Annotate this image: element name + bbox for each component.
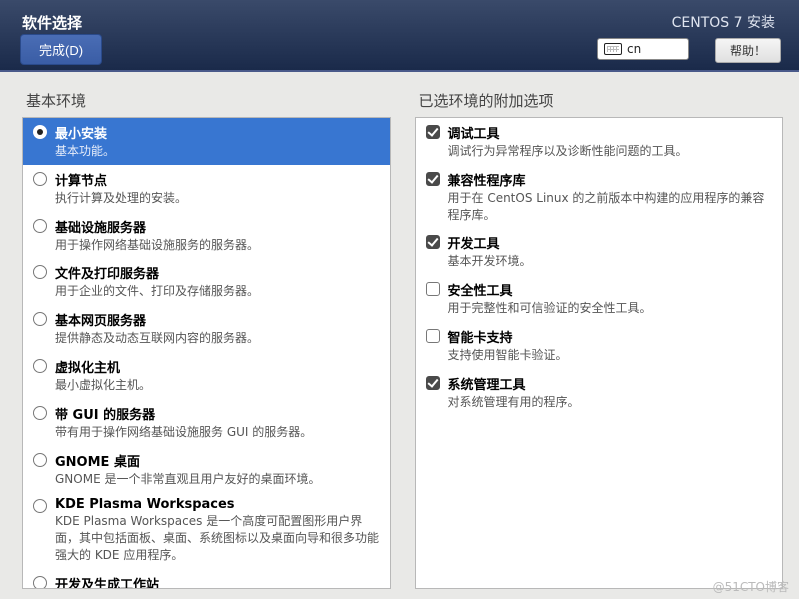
environment-title: GNOME 桌面 bbox=[55, 451, 382, 470]
radio-icon[interactable] bbox=[33, 219, 47, 233]
base-environment-column: 基本环境 最小安装基本功能。计算节点执行计算及处理的安装。基础设施服务器用于操作… bbox=[22, 90, 391, 589]
addon-description: 支持使用智能卡验证。 bbox=[448, 347, 775, 364]
environment-item[interactable]: GNOME 桌面GNOME 是一个非常直观且用户友好的桌面环境。 bbox=[23, 446, 390, 493]
addons-header: 已选环境的附加选项 bbox=[415, 90, 784, 111]
checkbox-icon[interactable] bbox=[426, 329, 440, 343]
environment-item[interactable]: 虚拟化主机最小虚拟化主机。 bbox=[23, 352, 390, 399]
checkbox-icon[interactable] bbox=[426, 125, 440, 139]
environment-text: GNOME 桌面GNOME 是一个非常直观且用户友好的桌面环境。 bbox=[55, 451, 382, 488]
radio-icon[interactable] bbox=[33, 172, 47, 186]
content-area: 基本环境 最小安装基本功能。计算节点执行计算及处理的安装。基础设施服务器用于操作… bbox=[0, 72, 799, 599]
radio-icon[interactable] bbox=[33, 453, 47, 467]
environment-text: KDE Plasma WorkspacesKDE Plasma Workspac… bbox=[55, 497, 382, 563]
addon-item[interactable]: 兼容性程序库用于在 CentOS Linux 的之前版本中构建的应用程序的兼容程… bbox=[416, 165, 783, 229]
done-button[interactable]: 完成(D) bbox=[20, 34, 102, 65]
addon-title: 安全性工具 bbox=[448, 280, 775, 299]
environment-list[interactable]: 最小安装基本功能。计算节点执行计算及处理的安装。基础设施服务器用于操作网络基础设… bbox=[22, 117, 391, 589]
addon-text: 调试工具调试行为异常程序以及诊断性能问题的工具。 bbox=[448, 123, 775, 160]
environment-title: 虚拟化主机 bbox=[55, 357, 382, 376]
environment-description: GNOME 是一个非常直观且用户友好的桌面环境。 bbox=[55, 471, 382, 488]
environment-text: 虚拟化主机最小虚拟化主机。 bbox=[55, 357, 382, 394]
addon-title: 调试工具 bbox=[448, 123, 775, 142]
radio-icon[interactable] bbox=[33, 265, 47, 279]
environment-description: 执行计算及处理的安装。 bbox=[55, 190, 382, 207]
addon-text: 系统管理工具对系统管理有用的程序。 bbox=[448, 374, 775, 411]
environment-item[interactable]: 文件及打印服务器用于企业的文件、打印及存储服务器。 bbox=[23, 258, 390, 305]
addon-text: 安全性工具用于完整性和可信验证的安全性工具。 bbox=[448, 280, 775, 317]
environment-item[interactable]: 基本网页服务器提供静态及动态互联网内容的服务器。 bbox=[23, 305, 390, 352]
checkbox-icon[interactable] bbox=[426, 172, 440, 186]
radio-icon[interactable] bbox=[33, 312, 47, 326]
environment-title: 文件及打印服务器 bbox=[55, 263, 382, 282]
checkbox-icon[interactable] bbox=[426, 235, 440, 249]
addon-item[interactable]: 调试工具调试行为异常程序以及诊断性能问题的工具。 bbox=[416, 118, 783, 165]
addon-list[interactable]: 调试工具调试行为异常程序以及诊断性能问题的工具。兼容性程序库用于在 CentOS… bbox=[415, 117, 784, 589]
environment-description: 基本功能。 bbox=[55, 143, 382, 160]
base-environment-header: 基本环境 bbox=[22, 90, 391, 111]
environment-title: 计算节点 bbox=[55, 170, 382, 189]
environment-item[interactable]: KDE Plasma WorkspacesKDE Plasma Workspac… bbox=[23, 492, 390, 568]
keyboard-icon bbox=[604, 43, 622, 55]
keyboard-layout-indicator[interactable]: cn bbox=[597, 38, 689, 60]
environment-item[interactable]: 基础设施服务器用于操作网络基础设施服务的服务器。 bbox=[23, 212, 390, 259]
environment-item[interactable]: 带 GUI 的服务器带有用于操作网络基础设施服务 GUI 的服务器。 bbox=[23, 399, 390, 446]
environment-text: 带 GUI 的服务器带有用于操作网络基础设施服务 GUI 的服务器。 bbox=[55, 404, 382, 441]
environment-title: 带 GUI 的服务器 bbox=[55, 404, 382, 423]
checkbox-icon[interactable] bbox=[426, 376, 440, 390]
environment-text: 最小安装基本功能。 bbox=[55, 123, 382, 160]
environment-title: KDE Plasma Workspaces bbox=[55, 497, 382, 512]
help-button[interactable]: 帮助！ bbox=[715, 38, 781, 63]
addon-item[interactable]: 智能卡支持支持使用智能卡验证。 bbox=[416, 322, 783, 369]
environment-item[interactable]: 最小安装基本功能。 bbox=[23, 118, 390, 165]
keyboard-layout-label: cn bbox=[627, 42, 641, 56]
radio-icon[interactable] bbox=[33, 499, 47, 513]
header-bar: 软件选择 完成(D) CENTOS 7 安装 cn 帮助！ bbox=[0, 0, 799, 72]
environment-title: 基础设施服务器 bbox=[55, 217, 382, 236]
environment-description: 用于操作网络基础设施服务的服务器。 bbox=[55, 237, 382, 254]
radio-icon[interactable] bbox=[33, 359, 47, 373]
installer-title: CENTOS 7 安装 bbox=[672, 12, 775, 32]
environment-description: 提供静态及动态互联网内容的服务器。 bbox=[55, 330, 382, 347]
addon-title: 系统管理工具 bbox=[448, 374, 775, 393]
environment-text: 基础设施服务器用于操作网络基础设施服务的服务器。 bbox=[55, 217, 382, 254]
environment-item[interactable]: 计算节点执行计算及处理的安装。 bbox=[23, 165, 390, 212]
addon-text: 智能卡支持支持使用智能卡验证。 bbox=[448, 327, 775, 364]
environment-description: 用于企业的文件、打印及存储服务器。 bbox=[55, 283, 382, 300]
addon-item[interactable]: 安全性工具用于完整性和可信验证的安全性工具。 bbox=[416, 275, 783, 322]
environment-title: 最小安装 bbox=[55, 123, 382, 142]
addon-title: 兼容性程序库 bbox=[448, 170, 775, 189]
page-title: 软件选择 bbox=[22, 12, 82, 33]
addon-text: 开发工具基本开发环境。 bbox=[448, 233, 775, 270]
addon-description: 用于完整性和可信验证的安全性工具。 bbox=[448, 300, 775, 317]
watermark: @51CTO博客 bbox=[713, 578, 789, 595]
environment-description: 带有用于操作网络基础设施服务 GUI 的服务器。 bbox=[55, 424, 382, 441]
environment-text: 基本网页服务器提供静态及动态互联网内容的服务器。 bbox=[55, 310, 382, 347]
environment-description: KDE Plasma Workspaces 是一个高度可配置图形用户界面，其中包… bbox=[55, 513, 382, 563]
addon-description: 基本开发环境。 bbox=[448, 253, 775, 270]
environment-text: 开发及生成工作站用于软件、硬件、图形或者内容开发的工作站。 bbox=[55, 574, 382, 589]
environment-title: 基本网页服务器 bbox=[55, 310, 382, 329]
addon-item[interactable]: 系统管理工具对系统管理有用的程序。 bbox=[416, 369, 783, 416]
environment-text: 计算节点执行计算及处理的安装。 bbox=[55, 170, 382, 207]
environment-item[interactable]: 开发及生成工作站用于软件、硬件、图形或者内容开发的工作站。 bbox=[23, 569, 390, 589]
addon-description: 调试行为异常程序以及诊断性能问题的工具。 bbox=[448, 143, 775, 160]
addon-title: 智能卡支持 bbox=[448, 327, 775, 346]
checkbox-icon[interactable] bbox=[426, 282, 440, 296]
addons-column: 已选环境的附加选项 调试工具调试行为异常程序以及诊断性能问题的工具。兼容性程序库… bbox=[415, 90, 784, 589]
addon-description: 用于在 CentOS Linux 的之前版本中构建的应用程序的兼容程序库。 bbox=[448, 190, 775, 224]
radio-icon[interactable] bbox=[33, 576, 47, 589]
addon-title: 开发工具 bbox=[448, 233, 775, 252]
addon-description: 对系统管理有用的程序。 bbox=[448, 394, 775, 411]
radio-icon[interactable] bbox=[33, 406, 47, 420]
environment-description: 最小虚拟化主机。 bbox=[55, 377, 382, 394]
environment-text: 文件及打印服务器用于企业的文件、打印及存储服务器。 bbox=[55, 263, 382, 300]
environment-title: 开发及生成工作站 bbox=[55, 574, 382, 589]
addon-item[interactable]: 开发工具基本开发环境。 bbox=[416, 228, 783, 275]
radio-icon[interactable] bbox=[33, 125, 47, 139]
addon-text: 兼容性程序库用于在 CentOS Linux 的之前版本中构建的应用程序的兼容程… bbox=[448, 170, 775, 224]
